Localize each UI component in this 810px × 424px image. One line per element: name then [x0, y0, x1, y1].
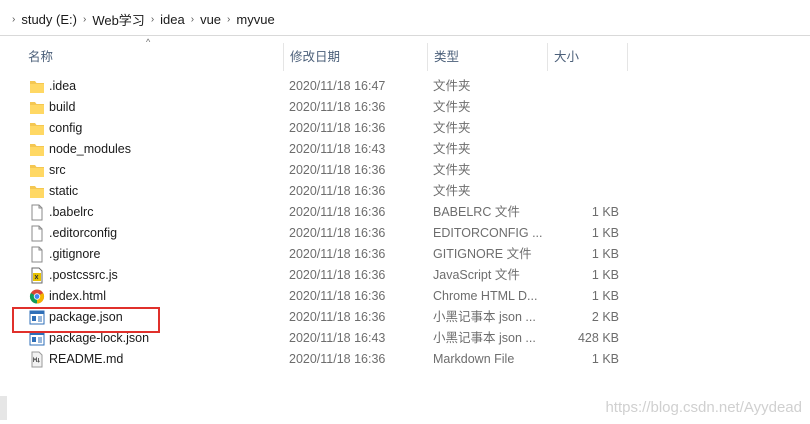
- folder-icon: [29, 183, 45, 200]
- file-row[interactable]: node_modules 2020/11/18 16:43 文件夹: [22, 139, 628, 160]
- file-size: [552, 118, 619, 139]
- file-size: 2 KB: [591, 310, 619, 324]
- breadcrumb-myvue[interactable]: myvue: [236, 12, 274, 27]
- folder-icon: [29, 141, 45, 158]
- file-name: README.md: [49, 352, 124, 366]
- markdown-file-icon: [29, 351, 45, 368]
- file-date: 2020/11/18 16:36: [289, 100, 386, 114]
- file-row[interactable]: src 2020/11/18 16:36 文件夹: [22, 160, 628, 181]
- file-size: [552, 139, 619, 160]
- file-date: 2020/11/18 16:43: [289, 142, 386, 156]
- file-type: 文件夹: [433, 184, 471, 198]
- file-row[interactable]: .gitignore 2020/11/18 16:36 GITIGNORE 文件 1 …: [22, 244, 628, 265]
- file-name: .gitignore: [49, 247, 101, 261]
- breadcrumb-idea[interactable]: idea: [160, 12, 185, 27]
- folder-icon: [29, 162, 45, 179]
- scrollbar-thumb[interactable]: [0, 396, 7, 420]
- file-row[interactable]: build 2020/11/18 16:36 文件夹: [22, 97, 628, 118]
- file-date: 2020/11/18 16:36: [289, 310, 386, 324]
- column-header-name[interactable]: 名称: [22, 43, 284, 71]
- file-date: 2020/11/18 16:36: [289, 226, 386, 240]
- file-row[interactable]: .editorconfig 2020/11/18 16:36 EDITORCONFI…: [22, 223, 628, 244]
- js-file-icon: [29, 267, 45, 284]
- column-header-type[interactable]: 类型: [428, 43, 548, 71]
- file-row[interactable]: config 2020/11/18 16:36 文件夹: [22, 118, 628, 139]
- file-size: 1 KB: [591, 268, 619, 282]
- column-header-date[interactable]: 修改日期: [284, 43, 428, 71]
- file-icon: [29, 204, 45, 221]
- chevron-right-icon: ›: [12, 13, 16, 25]
- breadcrumb-web[interactable]: Web学习: [92, 10, 145, 29]
- column-header: 名称 修改日期 类型 大小: [22, 43, 628, 71]
- file-type: 文件夹: [433, 121, 471, 135]
- watermark: https://blog.csdn.net/Ayydead: [605, 399, 802, 416]
- file-type: 文件夹: [433, 79, 471, 93]
- file-date: 2020/11/18 16:36: [289, 289, 386, 303]
- file-name: node_modules: [49, 142, 132, 156]
- file-type: 小黑记事本 json ...: [433, 310, 536, 324]
- file-type: Chrome HTML D...: [433, 289, 538, 303]
- file-name: static: [49, 184, 79, 198]
- file-name: .postcssrc.js: [49, 268, 118, 282]
- file-name: .editorconfig: [49, 226, 118, 240]
- file-size: 1 KB: [591, 289, 619, 303]
- file-type: JavaScript 文件: [433, 268, 520, 282]
- file-type: GITIGNORE 文件: [433, 247, 532, 261]
- file-row[interactable]: .postcssrc.js 2020/11/18 16:36 JavaScript …: [22, 265, 628, 286]
- file-date: 2020/11/18 16:36: [289, 184, 386, 198]
- file-type: BABELRC 文件: [433, 205, 520, 219]
- file-size: [552, 160, 619, 181]
- file-size: [552, 181, 619, 202]
- folder-icon: [29, 99, 45, 116]
- file-icon: [29, 225, 45, 242]
- chevron-right-icon: ›: [190, 13, 195, 25]
- file-size: 428 KB: [577, 331, 619, 345]
- file-type: 文件夹: [433, 142, 471, 156]
- file-row[interactable]: .idea 2020/11/18 16:47 文件夹: [22, 76, 628, 97]
- folder-icon: [29, 120, 45, 137]
- address-bar[interactable]: › study (E:) › Web学习 › idea › vue › myvu…: [0, 0, 810, 36]
- file-date: 2020/11/18 16:36: [289, 205, 386, 219]
- file-row[interactable]: .babelrc 2020/11/18 16:36 BABELRC 文件 1 KB: [22, 202, 628, 223]
- file-name: .babelrc: [49, 205, 94, 219]
- file-date: 2020/11/18 16:36: [289, 352, 386, 366]
- file-date: 2020/11/18 16:43: [289, 331, 386, 345]
- file-size: 1 KB: [591, 226, 619, 240]
- file-size: 1 KB: [591, 205, 619, 219]
- chevron-right-icon: ›: [150, 13, 155, 25]
- file-name: config: [49, 121, 83, 135]
- breadcrumb-vue[interactable]: vue: [200, 12, 221, 27]
- file-size: 1 KB: [591, 352, 619, 366]
- file-size: [552, 97, 619, 118]
- breadcrumb: › study (E:) › Web学习 › idea › vue › myvu…: [6, 9, 275, 29]
- file-size: [552, 76, 619, 97]
- file-type: EDITORCONFIG ...: [433, 226, 543, 240]
- file-row[interactable]: static 2020/11/18 16:36 文件夹: [22, 181, 628, 202]
- column-header-size[interactable]: 大小: [548, 43, 628, 71]
- file-size: 1 KB: [591, 247, 619, 261]
- file-name: index.html: [49, 289, 106, 303]
- chevron-right-icon: ›: [82, 13, 87, 25]
- file-name: .idea: [49, 79, 77, 93]
- file-date: 2020/11/18 16:36: [289, 247, 386, 261]
- folder-icon: [29, 78, 45, 95]
- file-type: Markdown File: [433, 352, 515, 366]
- file-row[interactable]: README.md 2020/11/18 16:36 Markdown File 1 …: [22, 349, 628, 370]
- file-type: 小黑记事本 json ...: [433, 331, 536, 345]
- file-date: 2020/11/18 16:36: [289, 268, 386, 282]
- chevron-right-icon: ›: [227, 13, 231, 25]
- breadcrumb-drive[interactable]: study (E:): [21, 12, 77, 27]
- file-date: 2020/11/18 16:47: [289, 79, 386, 93]
- highlight-box: [12, 307, 160, 333]
- chrome-html-icon: [29, 288, 45, 305]
- file-name: build: [49, 100, 76, 114]
- file-row[interactable]: index.html 2020/11/18 16:36 Chrome HTML D.…: [22, 286, 628, 307]
- file-name: src: [49, 163, 66, 177]
- file-date: 2020/11/18 16:36: [289, 121, 386, 135]
- file-type: 文件夹: [433, 163, 471, 177]
- file-date: 2020/11/18 16:36: [289, 163, 386, 177]
- file-type: 文件夹: [433, 100, 471, 114]
- file-icon: [29, 246, 45, 263]
